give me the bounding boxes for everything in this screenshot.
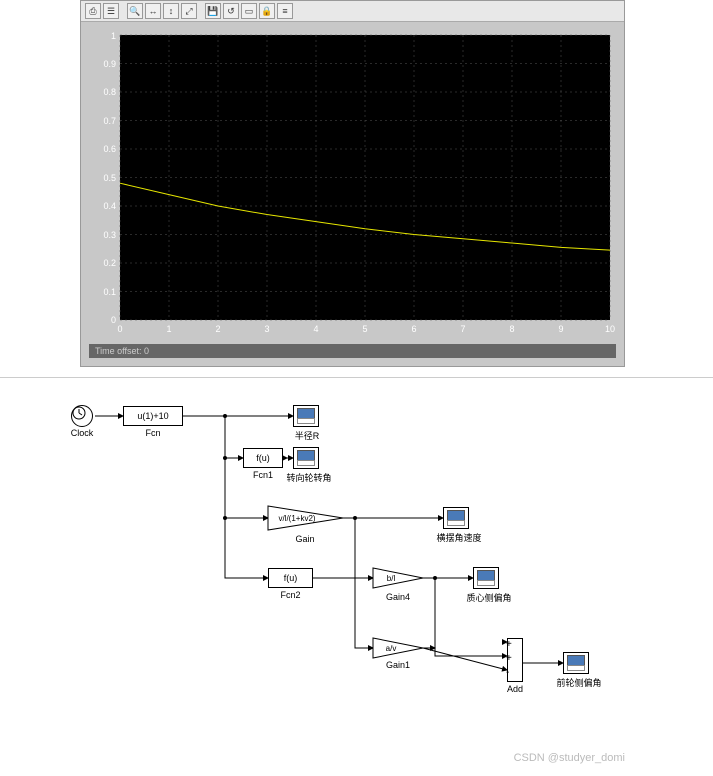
ytick: 0.1	[103, 287, 116, 297]
time-offset-label: Time offset: 0	[89, 344, 616, 358]
xtick: 0	[117, 324, 122, 334]
float-icon[interactable]: ▭	[241, 3, 257, 19]
scope-yaw-label: 横摆角速度	[431, 531, 487, 544]
scope-steer-block[interactable]	[293, 447, 319, 469]
xtick: 7	[460, 324, 465, 334]
fcn2-label: Fcn2	[268, 590, 313, 600]
save-icon[interactable]: 💾	[205, 3, 221, 19]
add-label: Add	[503, 684, 527, 694]
xtick: 8	[509, 324, 514, 334]
add-block[interactable]: + + -	[507, 638, 523, 682]
scope-front-label: 前轮侧偏角	[551, 676, 607, 689]
ytick: 0.5	[103, 173, 116, 183]
scope-r-block[interactable]	[293, 405, 319, 427]
gain4-expr: b/l	[387, 574, 396, 583]
print-icon[interactable]: ⎙	[85, 3, 101, 19]
scope-front-block[interactable]	[563, 652, 589, 674]
scope-yaw-block[interactable]	[443, 507, 469, 529]
ytick: 0.6	[103, 144, 116, 154]
fcn-block[interactable]: u(1)+10	[123, 406, 183, 426]
scope-chart: 1 0.9 0.8 0.7 0.6 0.5 0.4 0.3 0.2 0.1 0 …	[89, 30, 616, 340]
fcn2-block[interactable]: f(u)	[268, 568, 313, 588]
xtick: 2	[215, 324, 220, 334]
gain4-label: Gain4	[373, 592, 423, 602]
fcn1-label: Fcn1	[243, 470, 283, 480]
ytick: 0.9	[103, 59, 116, 69]
xtick: 1	[166, 324, 171, 334]
scope-steer-label: 转向轮转角	[281, 471, 337, 484]
scope-toolbar: ⎙ ☰ 🔍 ↔ ↕ ⤢ 💾 ↺ ▭ 🔒 ≡	[81, 1, 624, 22]
xtick: 10	[605, 324, 615, 334]
signal-icon[interactable]: ≡	[277, 3, 293, 19]
ytick: 1	[111, 31, 116, 41]
ytick: 0.7	[103, 116, 116, 126]
xtick: 9	[558, 324, 563, 334]
params-icon[interactable]: ☰	[103, 3, 119, 19]
xtick: 6	[411, 324, 416, 334]
zoom-in-icon[interactable]: 🔍	[127, 3, 143, 19]
gain1-expr: a/v	[386, 644, 397, 653]
gain-label: Gain	[275, 534, 335, 544]
fcn-label: Fcn	[123, 428, 183, 438]
clock-label: Clock	[69, 428, 95, 438]
lock-icon[interactable]: 🔒	[259, 3, 275, 19]
xtick: 4	[313, 324, 318, 334]
clock-block[interactable]	[71, 405, 93, 427]
xtick: 3	[264, 324, 269, 334]
scope-window: ⎙ ☰ 🔍 ↔ ↕ ⤢ 💾 ↺ ▭ 🔒 ≡	[80, 0, 625, 367]
divider	[0, 377, 713, 378]
zoom-x-icon[interactable]: ↔	[145, 3, 161, 19]
restore-icon[interactable]: ↺	[223, 3, 239, 19]
ytick: 0.3	[103, 230, 116, 240]
ytick: 0.8	[103, 87, 116, 97]
scope-plot: 1 0.9 0.8 0.7 0.6 0.5 0.4 0.3 0.2 0.1 0 …	[81, 22, 624, 344]
xtick: 5	[362, 324, 367, 334]
fcn1-block[interactable]: f(u)	[243, 448, 283, 468]
ytick: 0.2	[103, 258, 116, 268]
gain1-label: Gain1	[373, 660, 423, 670]
autoscale-icon[interactable]: ⤢	[181, 3, 197, 19]
watermark: CSDN @studyer_domi	[514, 752, 625, 764]
ytick: 0.4	[103, 201, 116, 211]
ytick: 0	[111, 315, 116, 325]
scope-r-label: 半径R	[285, 429, 329, 442]
scope-cg-label: 质心侧偏角	[461, 591, 517, 604]
zoom-y-icon[interactable]: ↕	[163, 3, 179, 19]
simulink-diagram: v/l/(1+kv2) b/l a/v Clock u(1)+10 Fcn f(…	[75, 398, 635, 768]
gain-expr: v/l/(1+kv2)	[278, 514, 315, 523]
scope-cg-block[interactable]	[473, 567, 499, 589]
